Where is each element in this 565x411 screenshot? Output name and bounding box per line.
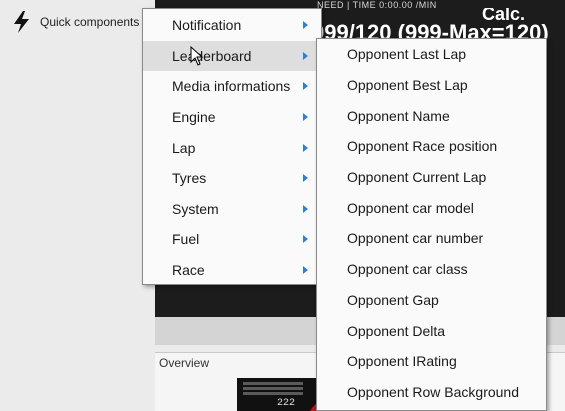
menu-item-label: Media informations: [172, 78, 291, 95]
menu-item-fuel[interactable]: Fuel: [143, 224, 321, 255]
submenu-item-opponent-gap[interactable]: Opponent Gap: [317, 285, 546, 316]
submenu-item-opponent-best-lap[interactable]: Opponent Best Lap: [317, 70, 546, 101]
chevron-right-icon: [303, 204, 308, 213]
submenu-item-label: Opponent Delta: [347, 322, 446, 339]
calc-readout: Calc. 999/120 (999-Max=120): [312, 8, 565, 45]
menu-item-label: Fuel: [172, 231, 200, 248]
submenu-item-label: Opponent Best Lap: [347, 77, 468, 94]
menu-item-label: Engine: [172, 109, 216, 126]
chevron-right-icon: [303, 21, 308, 30]
submenu-item-opponent-name[interactable]: Opponent Name: [317, 100, 546, 131]
menu-item-label: Race: [172, 262, 205, 279]
chevron-right-icon: [303, 174, 308, 183]
menu-item-label: Leaderboard: [172, 47, 252, 64]
submenu-item-opponent-car-model[interactable]: Opponent car model: [317, 192, 546, 223]
chevron-right-icon: [303, 113, 308, 122]
submenu-item-label: Opponent Race position: [347, 138, 498, 155]
menu-item-leaderboard[interactable]: Leaderboard: [143, 40, 321, 72]
mouse-cursor-icon: [190, 46, 204, 66]
submenu-item-label: Opponent Name: [347, 107, 450, 124]
chevron-right-icon: [303, 266, 308, 275]
menu-item-race[interactable]: Race: [143, 255, 321, 286]
thumb-speed: 222: [277, 398, 296, 409]
thumb-row: [243, 382, 303, 385]
calc-label: Calc.: [482, 8, 526, 20]
submenu-item-opponent-car-class[interactable]: Opponent car class: [317, 254, 546, 285]
menu-item-label: Tyres: [172, 170, 207, 187]
overview-title: Overview: [159, 356, 210, 370]
leaderboard-submenu: Opponent Last Lap Opponent Best Lap Oppone…: [316, 38, 547, 411]
lightning-bolt-icon: [14, 11, 29, 33]
thumb-row: [243, 392, 303, 395]
thumb-row: [243, 387, 303, 390]
submenu-item-label: Opponent Row Background: [347, 383, 519, 400]
quick-components-menu: Notification Leaderboard Media information…: [142, 8, 322, 285]
submenu-item-opponent-row-background[interactable]: Opponent Row Background: [317, 377, 546, 408]
submenu-item-opponent-race-position[interactable]: Opponent Race position: [317, 131, 546, 162]
menu-item-label: Notification: [172, 17, 242, 34]
menu-item-system[interactable]: System: [143, 194, 321, 225]
menu-item-engine[interactable]: Engine: [143, 102, 321, 133]
menu-item-notification[interactable]: Notification: [143, 10, 321, 41]
submenu-item-opponent-car-number[interactable]: Opponent car number: [317, 223, 546, 254]
submenu-item-opponent-irating[interactable]: Opponent IRating: [317, 346, 546, 377]
chevron-right-icon: [303, 235, 308, 244]
submenu-item-opponent-last-lap[interactable]: Opponent Last Lap: [317, 39, 546, 70]
menu-item-lap[interactable]: Lap: [143, 132, 321, 163]
submenu-item-label: Opponent car model: [347, 199, 474, 216]
menu-item-label: System: [172, 200, 219, 217]
menu-item-media-informations[interactable]: Media informations: [143, 71, 321, 102]
menu-item-tyres[interactable]: Tyres: [143, 163, 321, 194]
submenu-item-label: Opponent car class: [347, 261, 468, 278]
submenu-item-label: Opponent Current Lap: [347, 169, 487, 186]
menu-item-label: Lap: [172, 139, 196, 156]
submenu-item-opponent-delta[interactable]: Opponent Delta: [317, 315, 546, 346]
submenu-item-label: Opponent Gap: [347, 291, 439, 308]
submenu-item-label: Opponent Last Lap: [347, 46, 467, 63]
submenu-item-label: Opponent car number: [347, 230, 484, 247]
submenu-item-label: Opponent IRating: [347, 353, 457, 370]
quick-components-label: Quick components: [40, 15, 140, 29]
chevron-right-icon: [303, 82, 308, 91]
chevron-right-icon: [303, 51, 308, 60]
submenu-item-opponent-current-lap[interactable]: Opponent Current Lap: [317, 162, 546, 193]
chevron-right-icon: [303, 143, 308, 152]
